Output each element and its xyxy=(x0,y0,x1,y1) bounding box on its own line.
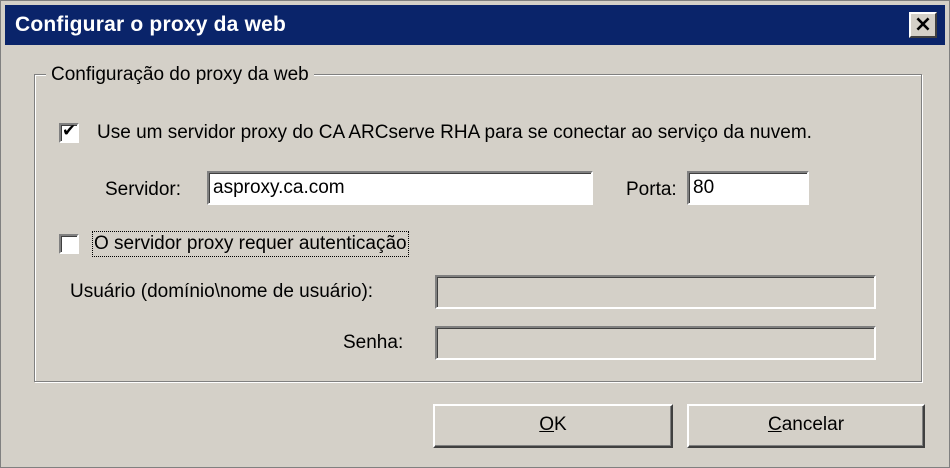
auth-label[interactable]: O servidor proxy requer autenticação xyxy=(92,231,409,257)
port-input[interactable]: 80 xyxy=(687,171,809,205)
close-button[interactable]: × xyxy=(909,12,937,38)
ok-mnemonic: O xyxy=(539,414,555,435)
password-input[interactable] xyxy=(435,326,876,360)
server-input[interactable]: asproxy.ca.com xyxy=(207,171,593,205)
user-label: Usuário (domínio\nome de usuário): xyxy=(70,281,374,302)
use-proxy-label[interactable]: Use um servidor proxy do CA ARCserve RHA… xyxy=(97,122,812,144)
title-bar: Configurar o proxy da web × xyxy=(5,5,945,45)
cancel-button[interactable]: Cancelar xyxy=(687,404,925,448)
cancel-label-rest: ancelar xyxy=(781,414,845,435)
user-input[interactable] xyxy=(435,275,876,309)
use-proxy-checkbox[interactable]: ✔ xyxy=(59,121,79,143)
ok-label-rest: K xyxy=(554,414,567,435)
port-label: Porta: xyxy=(626,179,677,200)
password-label: Senha: xyxy=(343,332,404,353)
cancel-mnemonic: C xyxy=(767,414,782,435)
proxy-dialog: Configurar o proxy da web × Configuração… xyxy=(0,0,950,468)
close-icon: × xyxy=(913,12,933,37)
auth-checkbox[interactable] xyxy=(59,234,79,254)
window-title: Configurar o proxy da web xyxy=(15,13,287,36)
server-label: Servidor: xyxy=(105,179,182,200)
ok-button[interactable]: OK xyxy=(433,404,673,448)
checkmark-icon: ✔ xyxy=(62,121,77,141)
group-label: Configuração do proxy da web xyxy=(46,64,314,86)
